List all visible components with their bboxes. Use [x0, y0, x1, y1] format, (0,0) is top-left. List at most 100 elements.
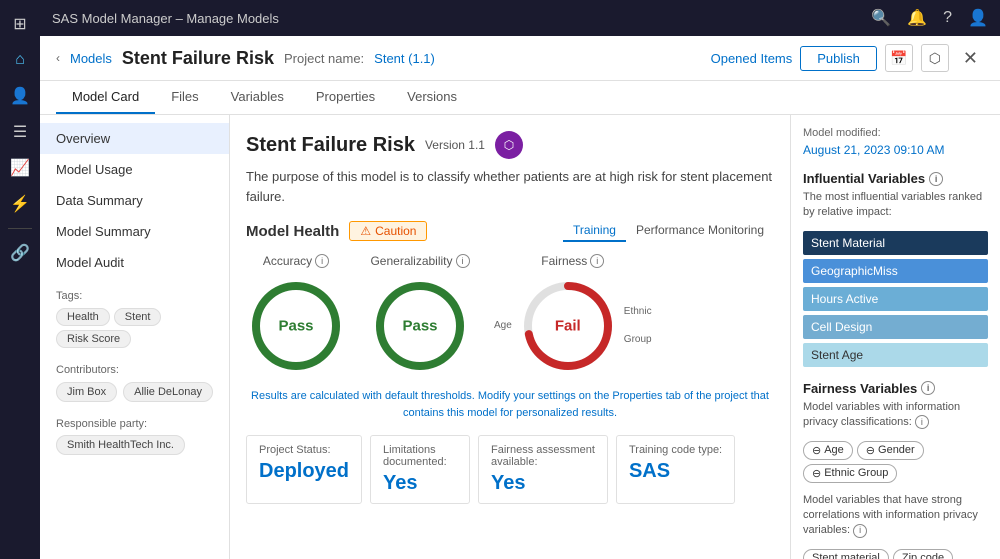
header-left: ‹ Models Stent Failure Risk Project name…: [56, 48, 435, 69]
close-button[interactable]: ✕: [957, 46, 984, 71]
responsible-party-chip[interactable]: Smith HealthTech Inc.: [56, 435, 185, 455]
contributors-row: Jim Box Allie DeLonay: [56, 382, 213, 402]
fairness-result: Fail: [555, 318, 581, 335]
fairness-vars-info-icon[interactable]: i: [921, 381, 935, 395]
contributors-section: Contributors: Jim Box Allie DeLonay: [40, 352, 229, 406]
opened-items-link[interactable]: Opened Items: [711, 51, 793, 66]
health-tabs: Training Performance Monitoring: [563, 220, 774, 242]
tab-variables[interactable]: Variables: [215, 81, 300, 114]
sidebar: Overview Model Usage Data Summary Model …: [40, 115, 230, 559]
notification-icon[interactable]: 🔔: [907, 8, 927, 28]
fairness-info-icon[interactable]: i: [590, 254, 604, 268]
accuracy-result: Pass: [278, 318, 313, 335]
accuracy-label: Accuracy i: [263, 254, 329, 268]
app-title-text: SAS Model Manager – Manage Models: [52, 11, 279, 26]
main-content: Stent Failure Risk Version 1.1 ⬡ The pur…: [230, 115, 790, 559]
tag-stent[interactable]: Stent: [114, 308, 162, 326]
fairness-vars-desc: Model variables with information privacy…: [803, 400, 988, 431]
page-title: Stent Failure Risk: [122, 48, 274, 69]
sidebar-item-model-usage[interactable]: Model Usage: [40, 154, 229, 185]
model-description: The purpose of this model is to classify…: [246, 167, 774, 206]
fairness-chip-ethnic[interactable]: ⊖ Ethnic Group: [803, 464, 897, 483]
fairness-gauge-container: Fairness i Age Fail: [494, 254, 652, 376]
caution-badge: ⚠ Caution: [349, 221, 427, 241]
tag-health[interactable]: Health: [56, 308, 110, 326]
contributor-allie[interactable]: Allie DeLonay: [123, 382, 213, 402]
nav-user-icon[interactable]: 👤: [4, 80, 36, 112]
fairness-chip-age[interactable]: ⊖ Age: [803, 441, 853, 460]
nav-list-icon[interactable]: ☰: [4, 116, 36, 148]
accuracy-info-icon[interactable]: i: [315, 254, 329, 268]
health-tab-performance[interactable]: Performance Monitoring: [626, 220, 774, 242]
project-label: Project name:: [284, 51, 364, 66]
contributor-jim-box[interactable]: Jim Box: [56, 382, 117, 402]
tab-model-card[interactable]: Model Card: [56, 81, 155, 114]
nav-divider: [8, 228, 32, 229]
body-layout: Overview Model Usage Data Summary Model …: [40, 115, 1000, 559]
nav-home-icon[interactable]: ⌂: [4, 44, 36, 76]
tab-properties[interactable]: Properties: [300, 81, 391, 114]
age-chip-icon: ⊖: [812, 444, 821, 457]
breadcrumb-models[interactable]: Models: [70, 51, 112, 66]
fairness-circle: Fail: [518, 276, 618, 376]
privacy-chip-zip-code[interactable]: Zip code: [893, 549, 953, 559]
warning-icon: ⚠: [360, 224, 371, 238]
tags-section: Tags: Health Stent Risk Score: [40, 278, 229, 352]
top-bar-actions: 🔍 🔔 ? 👤: [871, 8, 988, 28]
fairness-label: Fairness i: [541, 254, 604, 268]
project-link[interactable]: Stent (1.1): [374, 51, 435, 66]
training-code-label: Training code type:: [629, 444, 722, 456]
tag-risk-score[interactable]: Risk Score: [56, 330, 131, 348]
main-tabs: Model Card Files Variables Properties Ve…: [40, 81, 1000, 115]
gauges-row: Accuracy i Pass: [246, 254, 774, 376]
model-name: Stent Failure Risk: [246, 134, 415, 157]
influential-vars-list: Stent Material GeographicMiss Hours Acti…: [803, 231, 988, 367]
limitations-value: Yes: [383, 472, 457, 495]
sidebar-item-model-summary[interactable]: Model Summary: [40, 216, 229, 247]
nav-chart-icon[interactable]: 📈: [4, 152, 36, 184]
fairness-privacy-info-icon[interactable]: i: [915, 415, 929, 429]
nav-connect-icon[interactable]: ⚡: [4, 188, 36, 220]
sidebar-item-model-audit[interactable]: Model Audit: [40, 247, 229, 278]
share-icon-button[interactable]: ⬡: [921, 44, 949, 72]
fairness-left-label: Age: [494, 312, 512, 340]
nav-link-icon[interactable]: 🔗: [4, 237, 36, 269]
tab-files[interactable]: Files: [155, 81, 214, 114]
search-icon[interactable]: 🔍: [871, 8, 891, 28]
sidebar-item-data-summary[interactable]: Data Summary: [40, 185, 229, 216]
help-icon[interactable]: ?: [943, 9, 952, 27]
privacy-desc: Model variables that have strong correla…: [803, 493, 988, 539]
status-card-project: Project Status: Deployed: [246, 435, 362, 504]
page-header: ‹ Models Stent Failure Risk Project name…: [40, 36, 1000, 81]
generalizability-result: Pass: [402, 318, 437, 335]
user-icon[interactable]: 👤: [968, 8, 988, 28]
gender-chip-icon: ⊖: [866, 444, 875, 457]
var-cell-design[interactable]: Cell Design: [803, 315, 988, 339]
influential-info-icon[interactable]: i: [929, 172, 943, 186]
generalizability-info-icon[interactable]: i: [456, 254, 470, 268]
influential-vars-desc: The most influential variables ranked by…: [803, 190, 988, 221]
fairness-assessment-value: Yes: [491, 472, 595, 495]
tab-versions[interactable]: Versions: [391, 81, 473, 114]
var-hours-active[interactable]: Hours Active: [803, 287, 988, 311]
model-icon: ⬡: [495, 131, 523, 159]
modified-label: Model modified:: [803, 127, 988, 139]
sidebar-item-overview[interactable]: Overview: [40, 123, 229, 154]
var-geographic-miss[interactable]: GeographicMiss: [803, 259, 988, 283]
project-status-value: Deployed: [259, 460, 349, 483]
nav-grid-icon[interactable]: ⊞: [4, 8, 36, 40]
health-tab-training[interactable]: Training: [563, 220, 626, 242]
status-card-training-code: Training code type: SAS: [616, 435, 735, 504]
strong-corr-info-icon[interactable]: i: [853, 524, 867, 538]
var-stent-age[interactable]: Stent Age: [803, 343, 988, 367]
publish-button[interactable]: Publish: [800, 46, 877, 71]
privacy-chip-stent-material[interactable]: Stent material: [803, 549, 889, 559]
var-stent-material[interactable]: Stent Material: [803, 231, 988, 255]
status-card-limitations: Limitationsdocumented: Yes: [370, 435, 470, 504]
calendar-icon-button[interactable]: 📅: [885, 44, 913, 72]
project-status-label: Project Status:: [259, 444, 349, 456]
fairness-chip-gender[interactable]: ⊖ Gender: [857, 441, 924, 460]
generalizability-circle: Pass: [370, 276, 470, 376]
fairness-right-label: EthnicGroup: [624, 298, 652, 354]
health-header: Model Health ⚠ Caution Training Performa…: [246, 220, 774, 242]
